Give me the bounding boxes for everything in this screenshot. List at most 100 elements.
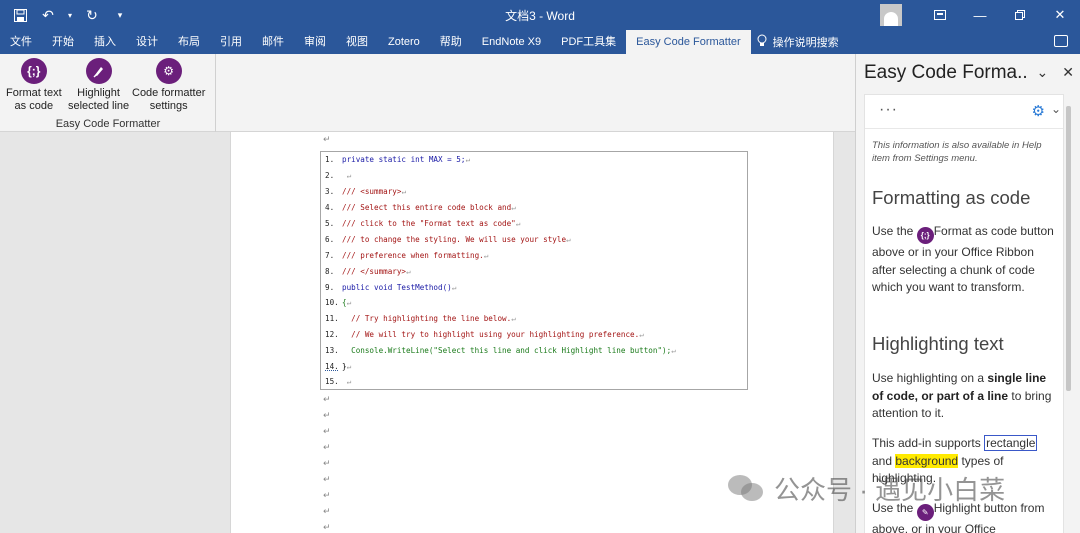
tab-mailings[interactable]: 邮件 [252,30,294,54]
document-area: ↵ 1. private static int MAX = 5;↵ 2. ↵ 3.… [0,132,855,533]
pane-scrollbar[interactable] [1066,106,1071,391]
user-avatar[interactable] [880,4,902,26]
tab-design[interactable]: 设计 [126,30,168,54]
tab-pdf-tools[interactable]: PDF工具集 [551,30,626,54]
tab-file[interactable]: 文件 [0,30,42,54]
ribbon-display-options-icon[interactable] [920,0,960,30]
highlighter-icon [85,58,112,84]
code-line: 3./// <summary>↵ [325,187,407,196]
tab-easy-code-formatter[interactable]: Easy Code Formatter [626,30,751,54]
code-line: 12. // We will try to highlight using yo… [325,330,644,339]
highlight-selected-line-button[interactable]: Highlight selected line [68,58,129,113]
gear-icon: ⚙ [155,58,182,84]
lightbulb-icon [757,34,767,50]
highlight-btn-line2: selected line [68,100,130,112]
comments-icon[interactable] [1054,35,1068,47]
ribbon-tabs: 文件 开始 插入 设计 布局 引用 邮件 审阅 视图 Zotero 帮助 End… [0,30,1080,54]
code-line: 1. private static int MAX = 5;↵ [325,155,471,164]
code-formatter-settings-button[interactable]: ⚙ Code formatter settings [132,58,205,113]
settings-btn-line1: Code formatter [132,87,206,99]
format-btn-line1: Format text [6,87,62,99]
code-text: // Try highlighting the line below. [342,314,512,323]
close-pane-icon[interactable]: ✕ [1062,64,1074,81]
rectangle-example: rectangle [984,435,1038,451]
tab-view[interactable]: 视图 [336,30,378,54]
format-btn-line2: as code [14,100,54,112]
undo-icon[interactable]: ↶ [38,5,58,25]
undo-dropdown-icon[interactable]: ▾ [66,5,74,25]
paragraph-mark: ↵ [323,522,331,532]
tell-me-search[interactable]: 操作说明搜索 [757,34,839,50]
code-text: /// <summary> [342,187,402,196]
settings-dropdown-icon[interactable]: ⌄ [1051,102,1061,116]
task-pane: Easy Code Forma.. ⌄ ✕ ··· ⚙ ⌄ This infor… [855,54,1080,533]
code-text: /// </summary> [342,267,407,276]
ribbon-group-easy-code-formatter: {;} Format text as code Highlight select… [0,54,216,132]
paragraph-mark: ↵ [323,474,331,484]
restore-icon[interactable] [1000,0,1040,30]
pane-content: ··· ⚙ ⌄ This information is also availab… [864,94,1064,533]
code-line: 5./// click to the "Format text as code"… [325,219,521,228]
code-text: private static int MAX = 5; [342,155,466,164]
tab-endnote[interactable]: EndNote X9 [472,30,551,54]
paragraph-mark: ↵ [323,394,331,404]
code-line: 4./// Select this entire code block and↵ [325,203,516,212]
code-block[interactable]: 1. private static int MAX = 5;↵ 2. ↵ 3.//… [320,151,748,390]
code-braces-icon: {;} [20,58,47,84]
code-text: // We will try to highlight using your h… [342,330,640,339]
redo-icon[interactable]: ↻ [82,5,102,25]
code-text: /// preference when formatting. [342,251,484,260]
code-text: /// click to the "Format text as code" [342,219,516,228]
paragraph-mark: ↵ [323,458,331,468]
highlight-btn-line1: Highlight [77,87,120,99]
code-line: 8./// </summary>↵ [325,267,411,276]
title-bar: ↶ ▾ ↻ ▾ 文档3 - Word — ✕ [0,0,1080,30]
settings-gear-icon[interactable]: ⚙ [1032,102,1045,120]
code-line: 14.}↵ [325,362,352,371]
tab-home[interactable]: 开始 [42,30,84,54]
code-line: 9. public void TestMethod()↵ [325,283,457,292]
ribbon: {;} Format text as code Highlight select… [0,54,855,132]
format-text-as-code-button[interactable]: {;} Format text as code [6,58,62,113]
code-line: 2. ↵ [325,171,352,180]
code-line: 7./// preference when formatting.↵ [325,251,489,260]
code-text: public void TestMethod() [342,283,452,292]
formatting-paragraph: Use the {;} Format as code button above o… [872,224,1054,294]
code-line: 13. Console.WriteLine("Select this line … [325,346,676,355]
format-code-inline-icon: {;} [916,227,934,244]
save-icon[interactable] [10,5,30,25]
code-line: 6./// to change the styling. We will use… [325,235,571,244]
more-options-icon[interactable]: ··· [879,101,898,119]
code-text: Console.WriteLine("Select this line and … [342,346,672,355]
customize-qat-icon[interactable]: ▾ [110,5,130,25]
minimize-icon[interactable]: — [960,0,1000,30]
close-icon[interactable]: ✕ [1040,0,1080,30]
code-line: 10. {↵ [325,298,352,307]
paragraph-mark: ↵ [323,442,331,452]
watermark-text: 公众号 · 遇见小白菜 [774,475,1006,505]
paragraph-mark: ↵ [323,410,331,420]
pane-toolbar: ··· ⚙ ⌄ [865,95,1063,129]
code-text: /// to change the styling. We will use y… [342,235,567,244]
background-example: background [895,453,959,468]
chevron-down-icon[interactable]: ⌄ [1037,64,1049,81]
window-controls: — ✕ [880,0,1080,30]
tab-help[interactable]: 帮助 [430,30,472,54]
watermark: 公众号 · 遇见小白菜 [728,470,1005,507]
tab-review[interactable]: 审阅 [294,30,336,54]
quick-access-toolbar: ↶ ▾ ↻ ▾ [10,5,130,25]
heading-highlighting-text: Highlighting text [872,333,1004,354]
tab-layout[interactable]: 布局 [168,30,210,54]
help-info-text: This information is also available in He… [872,140,1042,164]
highlighting-paragraph: Use highlighting on a single line of cod… [872,371,1052,420]
tab-zotero[interactable]: Zotero [378,30,430,54]
pane-title: Easy Code Forma.. [864,62,1028,83]
tell-me-label: 操作说明搜索 [772,37,839,49]
pane-title-controls: ⌄ ✕ [1037,64,1074,81]
ribbon-group-label: Easy Code Formatter [55,118,161,130]
tab-references[interactable]: 引用 [210,30,252,54]
paragraph-mark: ↵ [323,134,331,144]
tab-insert[interactable]: 插入 [84,30,126,54]
code-line: 11. // Try highlighting the line below.↵ [325,314,516,323]
paragraph-mark: ↵ [323,426,331,436]
